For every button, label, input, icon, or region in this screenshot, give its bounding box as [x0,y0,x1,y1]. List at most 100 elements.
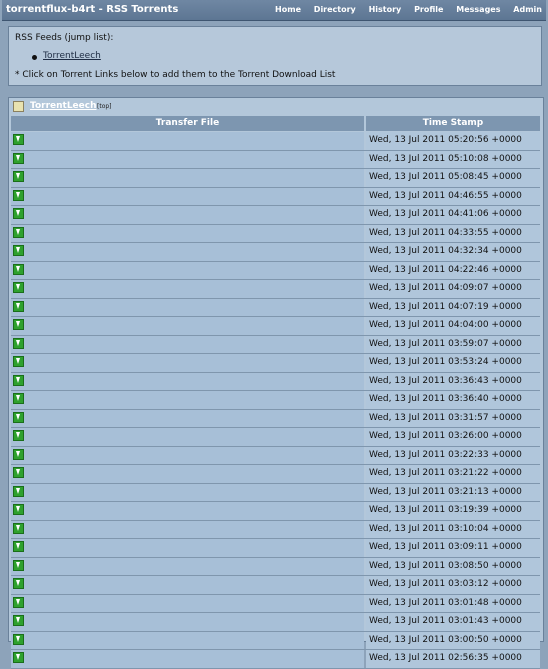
transfer-file-cell [11,539,364,557]
download-icon[interactable] [13,652,24,663]
transfer-file-cell [11,206,364,224]
transfer-file-cell [11,502,364,520]
table-row: Wed, 13 Jul 2011 04:46:55 +0000 [11,187,540,206]
download-icon[interactable] [13,615,24,626]
table-row: Wed, 13 Jul 2011 04:09:07 +0000 [11,280,540,299]
time-stamp-cell: Wed, 13 Jul 2011 03:36:43 +0000 [366,372,540,390]
time-stamp-cell: Wed, 13 Jul 2011 04:09:07 +0000 [366,280,540,298]
download-icon[interactable] [13,633,24,645]
table-row: Wed, 13 Jul 2011 05:08:45 +0000 [11,169,540,188]
table-row: Wed, 13 Jul 2011 03:53:24 +0000 [11,354,540,373]
time-stamp-cell: Wed, 13 Jul 2011 04:22:46 +0000 [366,261,540,279]
time-stamp-cell: Wed, 13 Jul 2011 05:10:08 +0000 [366,150,540,168]
download-icon[interactable] [13,134,24,145]
download-icon[interactable] [13,226,24,238]
download-icon[interactable] [13,208,24,219]
download-icon[interactable] [13,559,24,571]
transfer-file-cell [11,631,364,649]
download-icon[interactable] [13,356,24,367]
time-stamp-cell: Wed, 13 Jul 2011 05:08:45 +0000 [366,169,540,187]
transfer-file-cell [11,169,364,187]
time-stamp-cell: Wed, 13 Jul 2011 03:53:24 +0000 [366,354,540,372]
top-link[interactable]: [top] [97,103,112,110]
nav-admin[interactable]: Admin [513,5,542,14]
table-row: Wed, 13 Jul 2011 04:33:55 +0000 [11,224,540,243]
table-row: Wed, 13 Jul 2011 03:01:43 +0000 [11,613,540,632]
download-icon[interactable] [13,337,24,349]
transfer-file-cell [11,317,364,335]
torrent-table-body: Wed, 13 Jul 2011 05:20:56 +0000 Wed, 13 J… [11,132,540,669]
transfer-file-cell [11,391,364,409]
feed-name-link[interactable]: TorrentLeech [30,101,97,111]
time-stamp-cell: Wed, 13 Jul 2011 03:03:12 +0000 [366,576,540,594]
nav-home[interactable]: Home [275,5,301,14]
table-row: Wed, 13 Jul 2011 04:41:06 +0000 [11,206,540,225]
table-row: Wed, 13 Jul 2011 04:07:19 +0000 [11,298,540,317]
download-icon[interactable] [13,171,24,182]
table-row: Wed, 13 Jul 2011 03:00:50 +0000 [11,631,540,650]
transfer-file-cell [11,446,364,464]
rss-instructions: * Click on Torrent Links below to add th… [15,70,336,80]
table-row: Wed, 13 Jul 2011 03:36:40 +0000 [11,391,540,410]
table-row: Wed, 13 Jul 2011 03:59:07 +0000 [11,335,540,354]
download-icon[interactable] [13,596,24,608]
download-icon[interactable] [13,541,24,552]
download-icon[interactable] [13,300,24,312]
time-stamp-cell: Wed, 13 Jul 2011 04:33:55 +0000 [366,224,540,242]
transfer-file-cell [11,483,364,501]
nav-directory[interactable]: Directory [314,5,356,14]
column-header-time-stamp: Time Stamp [366,116,540,131]
transfer-file-cell [11,372,364,390]
nav-messages[interactable]: Messages [456,5,500,14]
transfer-file-cell [11,280,364,298]
download-icon[interactable] [13,411,24,423]
download-icon[interactable] [13,578,24,589]
rss-feeds-heading: RSS Feeds (jump list): [15,33,114,43]
download-icon[interactable] [13,485,24,497]
nav-profile[interactable]: Profile [414,5,443,14]
transfer-file-cell [11,354,364,372]
nav-history[interactable]: History [369,5,402,14]
transfer-file-cell [11,594,364,612]
download-icon[interactable] [13,393,24,404]
page-frame: torrentflux-b4rt - RSS Torrents Home Dir… [2,0,546,669]
time-stamp-cell: Wed, 13 Jul 2011 03:59:07 +0000 [366,335,540,353]
download-icon[interactable] [13,467,24,478]
transfer-file-cell [11,150,364,168]
transfer-file-cell [11,261,364,279]
time-stamp-cell: Wed, 13 Jul 2011 03:08:50 +0000 [366,557,540,575]
download-icon[interactable] [13,152,24,164]
table-row: Wed, 13 Jul 2011 05:10:08 +0000 [11,150,540,169]
table-row: Wed, 13 Jul 2011 04:04:00 +0000 [11,317,540,336]
table-row: Wed, 13 Jul 2011 03:08:50 +0000 [11,557,540,576]
download-icon[interactable] [13,504,24,515]
download-icon[interactable] [13,189,24,201]
download-icon[interactable] [13,263,24,275]
time-stamp-cell: Wed, 13 Jul 2011 05:20:56 +0000 [366,132,540,150]
transfer-file-cell [11,243,364,261]
time-stamp-cell: Wed, 13 Jul 2011 04:41:06 +0000 [366,206,540,224]
rss-feed-jump-link[interactable]: TorrentLeech [43,51,101,61]
table-row: Wed, 13 Jul 2011 03:21:13 +0000 [11,483,540,502]
table-row: Wed, 13 Jul 2011 05:20:56 +0000 [11,132,540,151]
time-stamp-cell: Wed, 13 Jul 2011 02:56:35 +0000 [366,650,540,668]
download-icon[interactable] [13,448,24,460]
table-row: Wed, 13 Jul 2011 03:21:22 +0000 [11,465,540,484]
download-icon[interactable] [13,282,24,293]
bullet-icon [32,55,37,60]
download-icon[interactable] [13,374,24,386]
download-icon[interactable] [13,430,24,441]
table-row: Wed, 13 Jul 2011 03:03:12 +0000 [11,576,540,595]
transfer-file-cell [11,465,364,483]
download-icon[interactable] [13,245,24,256]
table-row: Wed, 13 Jul 2011 03:36:43 +0000 [11,372,540,391]
time-stamp-cell: Wed, 13 Jul 2011 03:10:04 +0000 [366,520,540,538]
table-row: Wed, 13 Jul 2011 03:10:04 +0000 [11,520,540,539]
table-row: Wed, 13 Jul 2011 03:31:57 +0000 [11,409,540,428]
transfer-file-cell [11,298,364,316]
download-icon[interactable] [13,319,24,330]
transfer-file-cell [11,335,364,353]
download-icon[interactable] [13,522,24,534]
time-stamp-cell: Wed, 13 Jul 2011 03:26:00 +0000 [366,428,540,446]
time-stamp-cell: Wed, 13 Jul 2011 03:21:22 +0000 [366,465,540,483]
